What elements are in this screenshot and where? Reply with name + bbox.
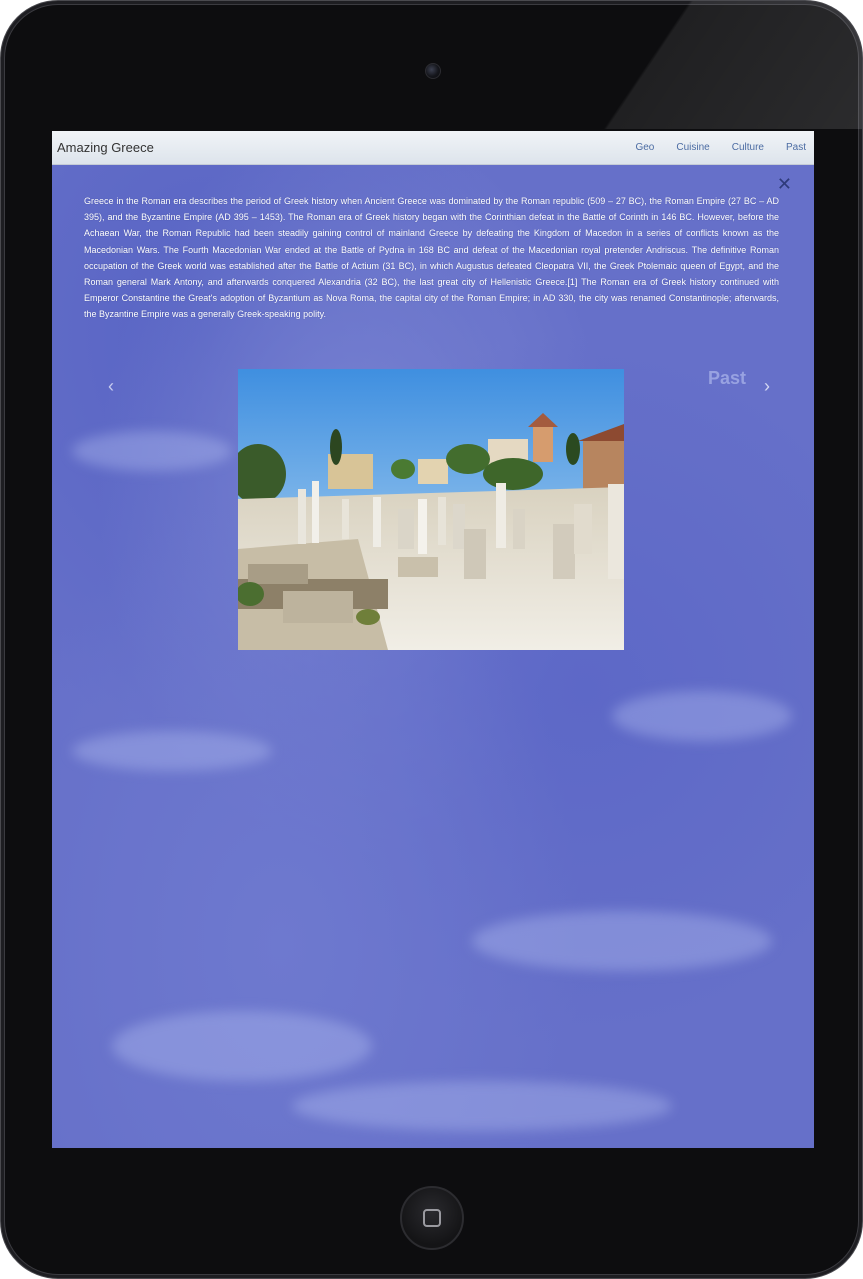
sea-foam bbox=[72, 731, 272, 771]
carousel-section-label: Past bbox=[707, 368, 746, 388]
nav-link-culture[interactable]: Culture bbox=[732, 142, 764, 153]
home-square-icon bbox=[423, 1209, 441, 1227]
home-button[interactable] bbox=[400, 1186, 464, 1250]
sea-foam bbox=[472, 911, 772, 971]
top-navbar: Amazing Greece Geo Cuisine Culture Past bbox=[52, 131, 814, 165]
roman-agora-photo bbox=[238, 369, 624, 650]
article-text: Greece in the Roman era describes the pe… bbox=[84, 196, 779, 320]
brand-title[interactable]: Amazing Greece bbox=[57, 140, 154, 155]
sea-foam bbox=[72, 431, 232, 471]
sea-foam bbox=[292, 1081, 672, 1131]
nav-links: Geo Cuisine Culture Past bbox=[613, 142, 806, 153]
nav-link-geo[interactable]: Geo bbox=[635, 142, 654, 153]
nav-link-past[interactable]: Past bbox=[786, 142, 806, 153]
sea-foam bbox=[112, 1011, 372, 1081]
close-icon[interactable]: ✕ bbox=[777, 175, 792, 193]
sea-foam bbox=[612, 691, 792, 741]
ruins-image bbox=[238, 369, 624, 650]
screen: Amazing Greece Geo Cuisine Culture Past … bbox=[52, 131, 814, 1148]
nav-link-cuisine[interactable]: Cuisine bbox=[676, 142, 709, 153]
front-camera bbox=[425, 63, 441, 79]
carousel-prev-icon[interactable]: ‹ bbox=[108, 376, 114, 397]
tablet-frame: Amazing Greece Geo Cuisine Culture Past … bbox=[0, 0, 863, 1279]
carousel-next-icon[interactable]: › bbox=[764, 376, 770, 397]
